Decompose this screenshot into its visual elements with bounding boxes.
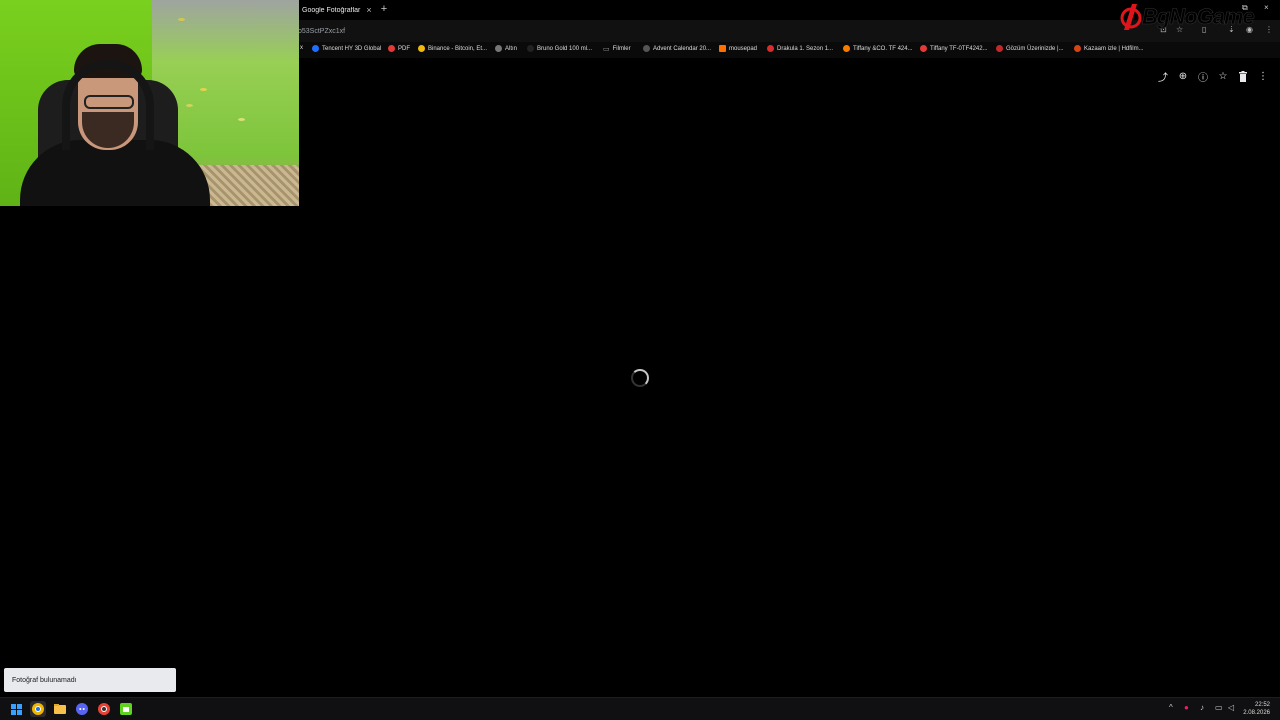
clock-time: 22:52	[1254, 702, 1270, 708]
bookmark-item[interactable]: Tiffany &CO. TF 424...	[843, 45, 913, 52]
bookmark-item[interactable]: x	[300, 45, 303, 51]
clock-date: 2.08.2026	[1243, 710, 1270, 716]
bookmark-item[interactable]: Tencent HY 3D Global	[312, 45, 381, 52]
address-bar[interactable]: o53SctPZxc1xf	[298, 24, 1158, 38]
bookmark-item[interactable]: Binance - Bitcoin, Et...	[418, 45, 487, 52]
close-window-icon[interactable]: ×	[1264, 3, 1269, 12]
bookmark-favicon-icon	[527, 45, 534, 52]
tab-title: Google Fotoğraflar	[302, 6, 361, 14]
bookmark-favicon-icon	[996, 45, 1003, 52]
chrome-icon[interactable]	[30, 701, 46, 717]
bookmark-favicon-icon	[1074, 45, 1081, 52]
discord-icon[interactable]	[74, 701, 90, 717]
share-icon[interactable]: ⤴	[1156, 69, 1170, 84]
android-app-icon[interactable]	[118, 701, 134, 717]
address-url: o53SctPZxc1xf	[298, 27, 346, 35]
bookmark-favicon-icon	[767, 45, 774, 52]
bookmark-favicon-icon	[843, 45, 850, 52]
windows-taskbar: ^ ● ♪ ▭ ◁ 22:52 2.08.2026	[0, 697, 1280, 720]
bookmark-favicon-icon	[920, 45, 927, 52]
bookmark-item[interactable]: Kazaam izle | Hdfilm...	[1074, 45, 1144, 52]
fish	[238, 118, 245, 121]
bookmark-item[interactable]: Drakula 1. Sezon 1...	[767, 45, 833, 52]
bookmark-item[interactable]: Tiffany TF-0TF4242...	[920, 45, 988, 52]
brand-text: BgNoGame	[1142, 4, 1255, 30]
tray-app-icon[interactable]: ●	[1184, 703, 1189, 712]
more-vert-icon[interactable]: ⋮	[1256, 69, 1270, 83]
folder-icon: ▭	[603, 46, 610, 53]
tray-overflow-icon[interactable]: ^	[1169, 703, 1173, 712]
fish	[178, 18, 185, 21]
bookmark-favicon-icon	[388, 45, 395, 52]
tab-google-photos[interactable]: Google Fotoğraflar ×	[298, 2, 374, 18]
chrome-canary-icon[interactable]	[96, 701, 112, 717]
headset	[62, 60, 154, 150]
microphone-icon[interactable]: ♪	[1200, 703, 1204, 712]
bookmark-favicon-icon	[418, 45, 425, 52]
bookmark-item[interactable]: Altın	[495, 45, 517, 52]
bookmark-favicon-icon	[719, 45, 726, 52]
bookmark-item[interactable]: mousepad	[719, 45, 757, 52]
volume-icon[interactable]: ◁	[1228, 703, 1234, 712]
bookmark-item[interactable]: PDF	[388, 45, 410, 52]
toast-notification: Fotoğraf bulunamadı	[4, 668, 176, 692]
loading-spinner	[631, 369, 649, 387]
bookmark-favicon-icon	[643, 45, 650, 52]
new-tab-button[interactable]: +	[378, 3, 390, 15]
trash-icon[interactable]	[1236, 69, 1250, 83]
tab-close-icon[interactable]: ×	[364, 5, 374, 15]
bookmark-favicon-icon	[312, 45, 319, 52]
brand-watermark: BgNoGame	[1120, 2, 1255, 32]
fish	[186, 104, 193, 107]
info-icon[interactable]: ⓘ	[1196, 69, 1210, 84]
photo-viewer-actions: ⤴ ⊕ ⓘ ☆ ⋮	[1156, 69, 1270, 84]
file-explorer-icon[interactable]	[52, 701, 68, 717]
bookmark-item[interactable]: Bruno Gold 100 ml...	[527, 45, 592, 52]
windows-start-icon[interactable]	[8, 701, 24, 717]
bookmark-folder[interactable]: ▭ Filmler	[603, 45, 631, 53]
system-clock[interactable]: 22:52 2.08.2026	[1243, 701, 1270, 717]
zoom-in-icon[interactable]: ⊕	[1176, 69, 1190, 83]
browser-menu-icon[interactable]: ⋮	[1265, 25, 1273, 34]
fish	[200, 88, 207, 91]
bookmark-favicon-icon	[495, 45, 502, 52]
brand-logo-icon	[1120, 4, 1142, 30]
star-icon[interactable]: ☆	[1216, 69, 1230, 83]
webcam-overlay	[0, 0, 299, 206]
network-icon[interactable]: ▭	[1215, 703, 1223, 712]
toast-message: Fotoğraf bulunamadı	[12, 676, 77, 684]
bookmark-item[interactable]: Advent Calendar 20...	[643, 45, 711, 52]
bookmark-item[interactable]: Gözüm Üzerinizde |...	[996, 45, 1064, 52]
